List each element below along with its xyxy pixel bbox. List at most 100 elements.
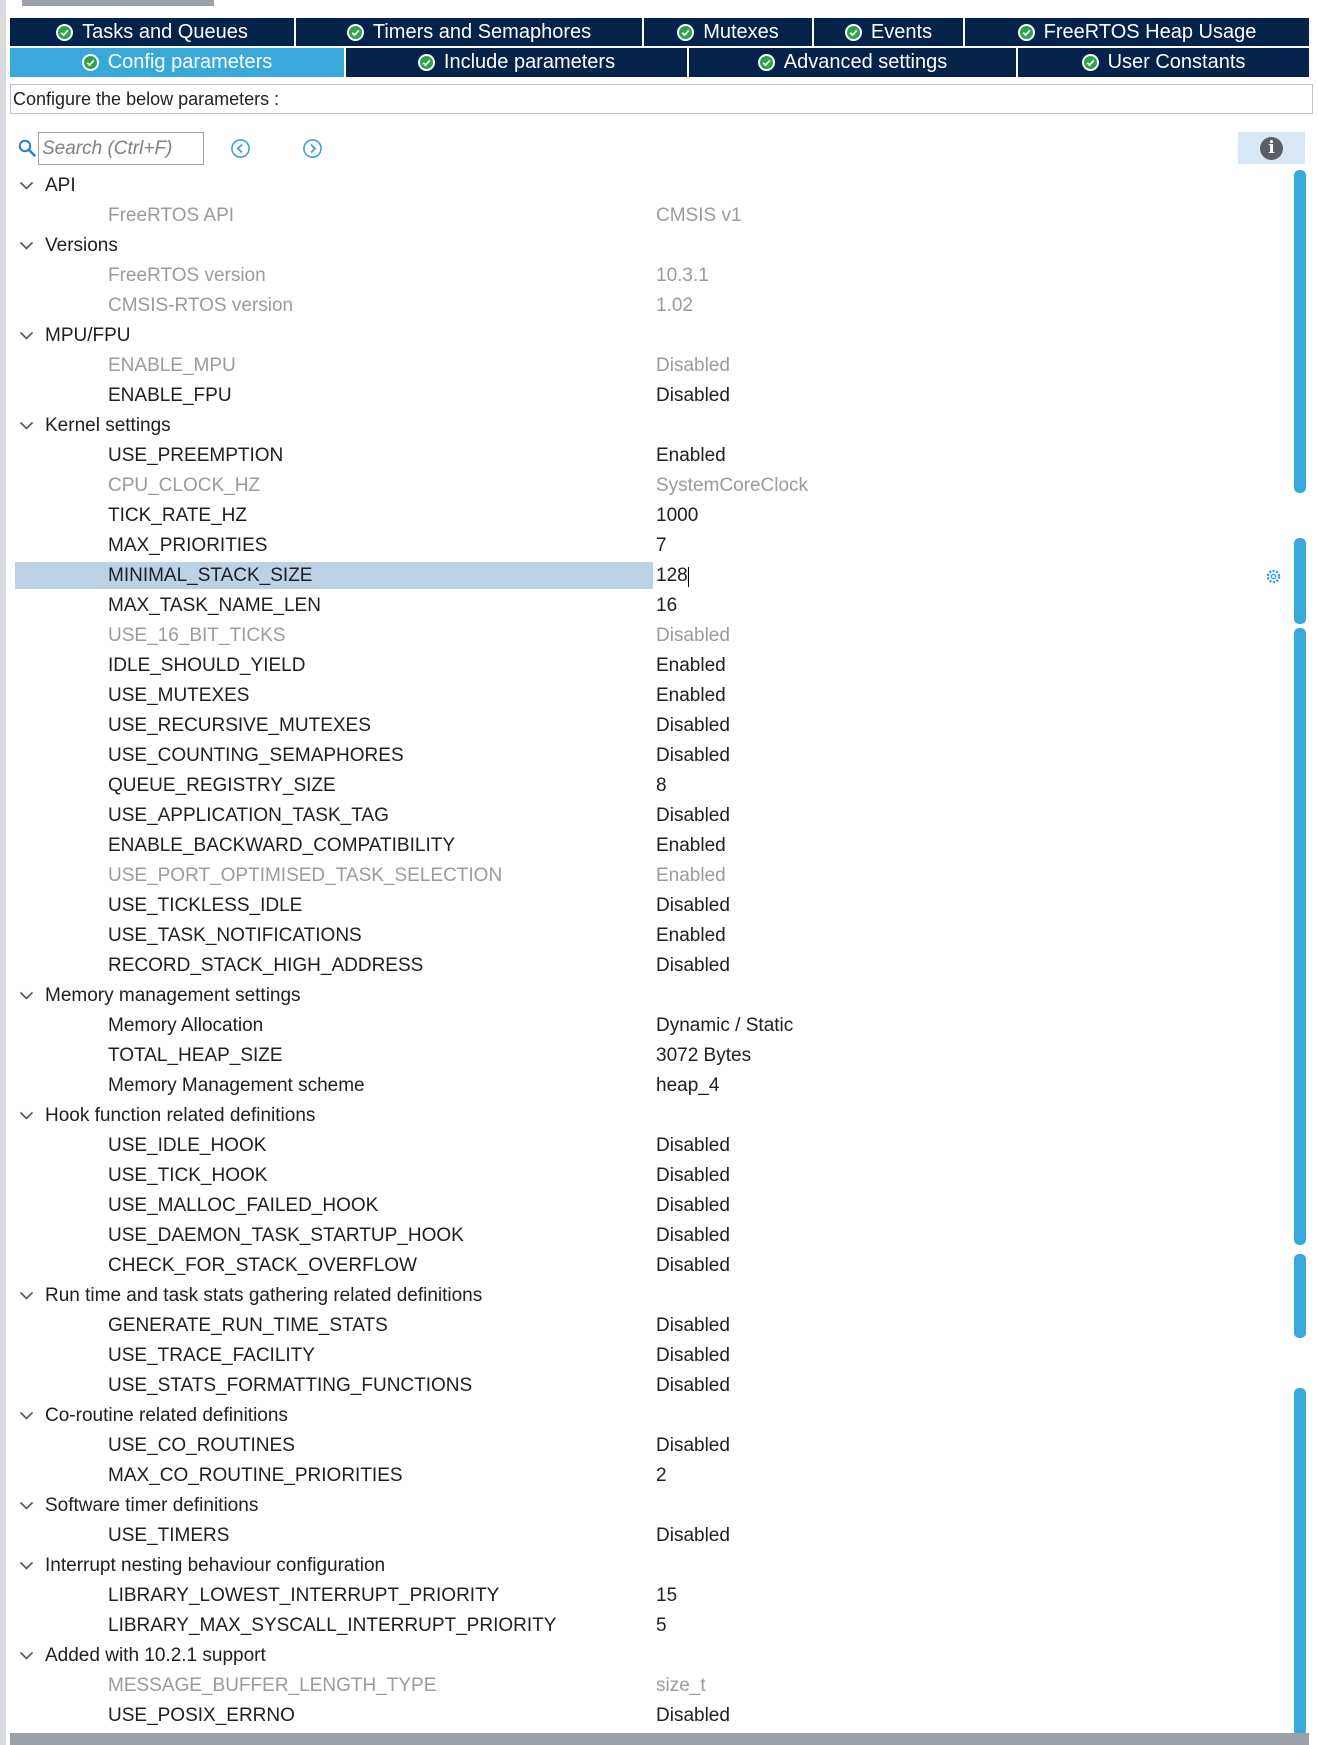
tree-group[interactable]: Run time and task stats gathering relate… bbox=[15, 1281, 1285, 1311]
parameter-row[interactable]: USE_TIMERS Disabled bbox=[15, 1521, 1285, 1551]
parameter-value[interactable]: Disabled bbox=[656, 1341, 730, 1371]
parameter-row[interactable]: Memory Allocation Dynamic / Static bbox=[15, 1011, 1285, 1041]
search-next-icon[interactable] bbox=[302, 138, 323, 159]
parameter-value[interactable]: SystemCoreClock bbox=[656, 471, 808, 501]
parameter-row[interactable]: MAX_PRIORITIES 7 bbox=[15, 531, 1285, 561]
parameter-row[interactable]: USE_TASK_NOTIFICATIONS Enabled bbox=[15, 921, 1285, 951]
parameter-row[interactable]: ENABLE_FPU Disabled bbox=[15, 381, 1285, 411]
parameter-row[interactable]: RECORD_STACK_HIGH_ADDRESS Disabled bbox=[15, 951, 1285, 981]
parameter-value[interactable]: Enabled bbox=[656, 651, 726, 681]
tab-mutexes[interactable]: Mutexes bbox=[644, 18, 814, 46]
parameter-value[interactable]: 7 bbox=[656, 531, 667, 561]
parameter-row[interactable]: TICK_RATE_HZ 1000 bbox=[15, 501, 1285, 531]
parameter-row[interactable]: USE_TICKLESS_IDLE Disabled bbox=[15, 891, 1285, 921]
chevron-down-icon[interactable] bbox=[19, 180, 34, 191]
tree-group[interactable]: Co-routine related definitions bbox=[15, 1401, 1285, 1431]
parameter-row[interactable]: CHECK_FOR_STACK_OVERFLOW Disabled bbox=[15, 1251, 1285, 1281]
parameter-row[interactable]: CPU_CLOCK_HZ SystemCoreClock bbox=[15, 471, 1285, 501]
scrollbar-segment[interactable] bbox=[1294, 628, 1306, 1245]
info-icon[interactable]: i bbox=[1260, 137, 1283, 160]
parameter-value[interactable]: Disabled bbox=[656, 711, 730, 741]
tab-config-parameters[interactable]: Config parameters bbox=[10, 46, 346, 77]
search-previous-icon[interactable] bbox=[230, 138, 251, 159]
parameter-value[interactable]: 15 bbox=[656, 1581, 677, 1611]
scrollbar-segment[interactable] bbox=[1294, 1254, 1306, 1338]
tree-group[interactable]: Memory management settings bbox=[15, 981, 1285, 1011]
parameter-row[interactable]: QUEUE_REGISTRY_SIZE 8 bbox=[15, 771, 1285, 801]
parameter-row[interactable]: TOTAL_HEAP_SIZE 3072 Bytes bbox=[15, 1041, 1285, 1071]
parameter-value[interactable]: 16 bbox=[656, 591, 677, 621]
chevron-down-icon[interactable] bbox=[19, 1290, 34, 1301]
chevron-down-icon[interactable] bbox=[19, 1410, 34, 1421]
parameter-row[interactable]: GENERATE_RUN_TIME_STATS Disabled bbox=[15, 1311, 1285, 1341]
parameter-row[interactable]: USE_MUTEXES Enabled bbox=[15, 681, 1285, 711]
parameter-value[interactable]: Disabled bbox=[656, 1431, 730, 1461]
parameter-row[interactable]: ENABLE_BACKWARD_COMPATIBILITY Enabled bbox=[15, 831, 1285, 861]
chevron-down-icon[interactable] bbox=[19, 420, 34, 431]
parameter-value[interactable]: Enabled bbox=[656, 921, 726, 951]
scrollbar-segment[interactable] bbox=[1294, 170, 1306, 493]
parameter-row[interactable]: USE_CO_ROUTINES Disabled bbox=[15, 1431, 1285, 1461]
parameter-value[interactable]: 128 bbox=[656, 561, 688, 591]
tree-group[interactable]: Interrupt nesting behaviour configuratio… bbox=[15, 1551, 1285, 1581]
parameter-row[interactable]: USE_TRACE_FACILITY Disabled bbox=[15, 1341, 1285, 1371]
parameter-row[interactable]: USE_POSIX_ERRNO Disabled bbox=[15, 1701, 1285, 1731]
horizontal-scrollbar[interactable] bbox=[10, 1733, 1309, 1745]
tree-group[interactable]: API bbox=[15, 171, 1285, 201]
tab-advanced-settings[interactable]: Advanced settings bbox=[689, 46, 1018, 77]
parameter-row[interactable]: MAX_CO_ROUTINE_PRIORITIES 2 bbox=[15, 1461, 1285, 1491]
parameter-row-selected[interactable]: MINIMAL_STACK_SIZE 128 bbox=[15, 561, 1285, 591]
parameter-row[interactable]: USE_TICK_HOOK Disabled bbox=[15, 1161, 1285, 1191]
parameter-value[interactable]: Disabled bbox=[656, 1191, 730, 1221]
parameter-value[interactable]: Disabled bbox=[656, 1131, 730, 1161]
tree-group[interactable]: Added with 10.2.1 support bbox=[15, 1641, 1285, 1671]
tree-group[interactable]: Hook function related definitions bbox=[15, 1101, 1285, 1131]
parameter-value[interactable]: size_t bbox=[656, 1671, 706, 1701]
parameter-row[interactable]: Memory Management scheme heap_4 bbox=[15, 1071, 1285, 1101]
chevron-down-icon[interactable] bbox=[19, 1650, 34, 1661]
tab-user-constants[interactable]: User Constants bbox=[1018, 46, 1309, 77]
chevron-down-icon[interactable] bbox=[19, 330, 34, 341]
parameter-value[interactable]: Disabled bbox=[656, 1161, 730, 1191]
tab-freertos-heap-usage[interactable]: FreeRTOS Heap Usage bbox=[965, 18, 1309, 46]
parameter-value[interactable]: Disabled bbox=[656, 801, 730, 831]
parameter-value[interactable]: Dynamic / Static bbox=[656, 1011, 793, 1041]
parameter-row[interactable]: USE_16_BIT_TICKS Disabled bbox=[15, 621, 1285, 651]
parameter-row[interactable]: CMSIS-RTOS version 1.02 bbox=[15, 291, 1285, 321]
parameter-row[interactable]: USE_STATS_FORMATTING_FUNCTIONS Disabled bbox=[15, 1371, 1285, 1401]
parameter-value[interactable]: Disabled bbox=[656, 951, 730, 981]
parameter-value[interactable]: Disabled bbox=[656, 1221, 730, 1251]
chevron-down-icon[interactable] bbox=[19, 1500, 34, 1511]
parameter-value[interactable]: 2 bbox=[656, 1461, 667, 1491]
parameter-row[interactable]: USE_IDLE_HOOK Disabled bbox=[15, 1131, 1285, 1161]
parameter-value[interactable]: Enabled bbox=[656, 861, 726, 891]
parameter-row[interactable]: USE_PORT_OPTIMISED_TASK_SELECTION Enabled bbox=[15, 861, 1285, 891]
parameter-value[interactable]: Disabled bbox=[656, 741, 730, 771]
tab-timers-and-semaphores[interactable]: Timers and Semaphores bbox=[296, 18, 644, 46]
parameter-value[interactable]: CMSIS v1 bbox=[656, 201, 742, 231]
parameter-row[interactable]: USE_APPLICATION_TASK_TAG Disabled bbox=[15, 801, 1285, 831]
parameter-row[interactable]: USE_COUNTING_SEMAPHORES Disabled bbox=[15, 741, 1285, 771]
top-tab-stub[interactable] bbox=[22, 0, 214, 6]
chevron-down-icon[interactable] bbox=[19, 1560, 34, 1571]
gear-icon[interactable] bbox=[1265, 568, 1282, 585]
parameter-row[interactable]: IDLE_SHOULD_YIELD Enabled bbox=[15, 651, 1285, 681]
parameter-value[interactable]: Disabled bbox=[656, 1701, 730, 1731]
parameter-value[interactable]: heap_4 bbox=[656, 1071, 719, 1101]
tab-include-parameters[interactable]: Include parameters bbox=[346, 46, 689, 77]
parameter-row[interactable]: MAX_TASK_NAME_LEN 16 bbox=[15, 591, 1285, 621]
parameter-row[interactable]: FreeRTOS API CMSIS v1 bbox=[15, 201, 1285, 231]
parameter-value[interactable]: Disabled bbox=[656, 621, 730, 651]
scrollbar-segment[interactable] bbox=[1294, 1407, 1306, 1736]
parameter-value[interactable]: Disabled bbox=[656, 1251, 730, 1281]
parameter-row[interactable]: LIBRARY_MAX_SYSCALL_INTERRUPT_PRIORITY 5 bbox=[15, 1611, 1285, 1641]
parameter-row[interactable]: FreeRTOS version 10.3.1 bbox=[15, 261, 1285, 291]
parameter-row[interactable]: USE_RECURSIVE_MUTEXES Disabled bbox=[15, 711, 1285, 741]
parameter-row[interactable]: USE_MALLOC_FAILED_HOOK Disabled bbox=[15, 1191, 1285, 1221]
parameter-value[interactable]: Disabled bbox=[656, 1371, 730, 1401]
parameter-value[interactable]: Enabled bbox=[656, 441, 726, 471]
parameter-value[interactable]: Disabled bbox=[656, 1521, 730, 1551]
parameter-value[interactable]: Disabled bbox=[656, 1311, 730, 1341]
parameter-row[interactable]: ENABLE_MPU Disabled bbox=[15, 351, 1285, 381]
search-input[interactable] bbox=[38, 132, 204, 165]
